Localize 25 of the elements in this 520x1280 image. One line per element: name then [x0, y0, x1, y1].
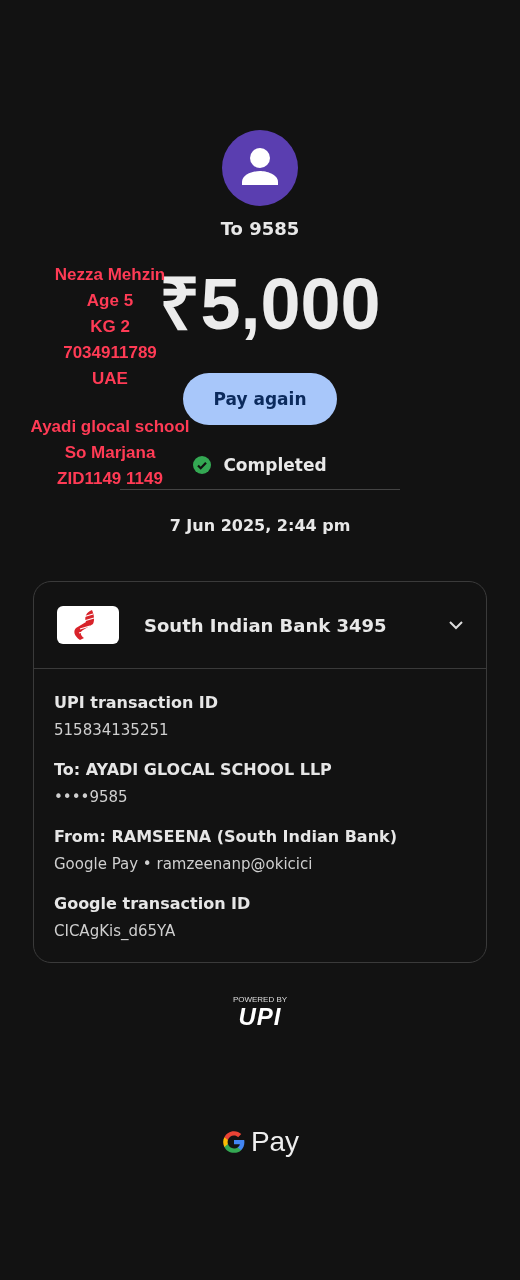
annotation-text: Age 5 [86, 290, 134, 312]
annotation-text: So Marjana [64, 442, 156, 464]
field-value: CICAgKis_d65YA [54, 922, 177, 940]
powered-by-text: POWERED BY [232, 995, 288, 1004]
avatar-icon [222, 130, 298, 206]
status-label: Completed [223, 455, 327, 475]
annotation-text: ZID1149 1149 [57, 468, 163, 490]
upi-logo: UPI [238, 1004, 282, 1030]
field-label: UPI transaction ID [54, 693, 220, 712]
annotation-text: KG 2 [90, 316, 130, 338]
bank-header[interactable]: South Indian Bank 3495 [34, 582, 486, 669]
annotation-text: UAE [92, 368, 128, 390]
bank-name: South Indian Bank 3495 [144, 614, 388, 636]
field-label: From: RAMSEENA (South Indian Bank) [54, 827, 398, 846]
field-value: Google Pay • ramzeenanp@okicici [54, 855, 314, 873]
field-value: ••••9585 [54, 788, 129, 806]
field-label: To: AYADI GLOCAL SCHOOL LLP [54, 760, 333, 779]
field-label: Google transaction ID [54, 894, 252, 913]
bank-logo-icon [56, 605, 120, 645]
field-value: 515834135251 [54, 721, 170, 739]
transaction-date: 7 Jun 2025, 2:44 pm [169, 516, 351, 535]
g-logo-icon [220, 1129, 247, 1155]
brand-text: Pay [250, 1126, 300, 1158]
recipient-title: To 9585 [220, 218, 300, 239]
annotation-text: 7034911789 [63, 342, 157, 364]
